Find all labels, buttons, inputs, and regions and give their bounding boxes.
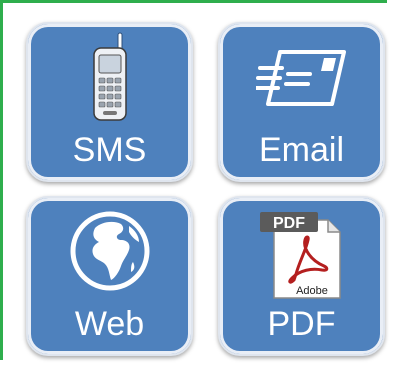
pdf-document-icon: PDF Adobe (252, 206, 352, 307)
pdf-label: PDF (267, 305, 336, 343)
web-label: Web (74, 305, 145, 343)
channel-grid: SMS Email Web PDF Adobe PDF (26, 22, 386, 358)
email-tile[interactable]: Email (218, 22, 385, 182)
sms-tile[interactable]: SMS (26, 22, 193, 182)
email-label: Email (258, 131, 345, 169)
adobe-brand-text: Adobe (296, 285, 328, 297)
globe-icon (69, 210, 151, 297)
sms-label: SMS (72, 131, 147, 169)
pdf-badge-text: PDF (273, 215, 305, 232)
mobile-phone-icon (88, 32, 132, 129)
pdf-tile[interactable]: PDF Adobe PDF (218, 196, 385, 356)
envelope-icon (253, 46, 348, 115)
web-tile[interactable]: Web (26, 196, 193, 356)
